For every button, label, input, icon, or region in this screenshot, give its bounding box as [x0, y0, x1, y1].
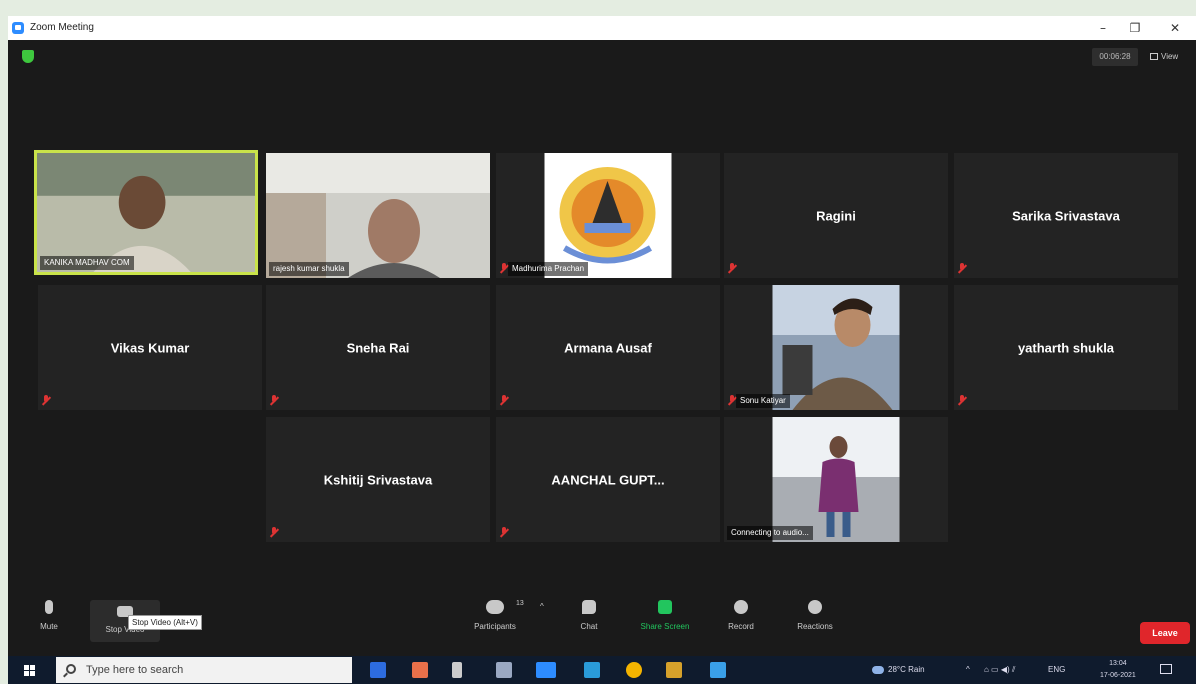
participant-tile-madhurima[interactable]: Madhurima Prachan [496, 153, 720, 278]
profile-photo [772, 285, 900, 410]
language-indicator[interactable]: ENG [1048, 656, 1065, 684]
window-title: Zoom Meeting [30, 22, 94, 33]
participant-label: KANIKA MADHAV COM [40, 256, 134, 270]
video-feed [37, 153, 255, 272]
security-shield-icon[interactable] [22, 50, 34, 63]
weather-text: 28°C Rain [888, 665, 925, 674]
zoom-taskbar-icon[interactable] [536, 662, 556, 678]
participant-tile-rajesh[interactable]: rajesh kumar shukla [266, 153, 490, 278]
microphone-icon [45, 600, 53, 614]
participant-tile-aanchal[interactable]: AANCHAL GUPT... [496, 417, 720, 542]
muted-mic-icon [727, 263, 737, 274]
tray-chevron-icon[interactable]: ^ [966, 656, 970, 684]
chat-button[interactable]: Chat [554, 600, 624, 631]
notification-icon[interactable] [1160, 664, 1172, 674]
participant-tile-sarika[interactable]: Sarika Srivastava [954, 153, 1178, 278]
close-button[interactable]: ✕ [1166, 19, 1184, 37]
participant-label: Madhurima Prachan [508, 262, 589, 276]
participant-tile-kanika[interactable]: KANIKA MADHAV COM [34, 150, 258, 275]
leave-button[interactable]: Leave [1140, 622, 1190, 644]
app-icon[interactable] [452, 662, 462, 678]
view-button[interactable]: View [1150, 48, 1178, 66]
meeting-toolbar: Mute Stop Video Stop Video (Alt+V) Parti… [8, 594, 1196, 656]
reactions-label: Reactions [797, 622, 833, 631]
video-feed [266, 153, 490, 278]
muted-mic-icon [957, 395, 967, 406]
participant-tile-vikas[interactable]: Vikas Kumar [38, 285, 262, 410]
app-icon[interactable] [496, 662, 512, 678]
participant-name: Armana Ausaf [564, 340, 652, 355]
share-screen-label: Share Screen [640, 622, 690, 631]
weather-widget[interactable]: 28°C Rain [872, 656, 925, 684]
taskbar-clock[interactable]: 13:04 17-06-2021 [1100, 658, 1136, 682]
title-bar: Zoom Meeting – ❐ ✕ [8, 16, 1196, 40]
meeting-timer: 00:06:28 [1092, 48, 1138, 66]
chrome-icon[interactable] [626, 662, 642, 678]
search-icon [66, 664, 76, 674]
muted-mic-icon [499, 395, 509, 406]
app-icon[interactable] [666, 662, 682, 678]
grid-view-icon [1150, 53, 1158, 60]
minimize-button[interactable]: – [1094, 19, 1112, 37]
share-screen-icon [658, 600, 672, 614]
task-view-icon[interactable] [370, 662, 386, 678]
record-label: Record [728, 622, 754, 631]
view-label: View [1161, 52, 1179, 61]
clock-date: 17-06-2021 [1100, 672, 1136, 679]
record-button[interactable]: Record [706, 600, 776, 631]
zoom-window: Zoom Meeting – ❐ ✕ 00:06:28 View KANIKA … [8, 16, 1196, 656]
app-icon[interactable] [710, 662, 726, 678]
mute-button[interactable]: Mute [14, 600, 84, 631]
participant-name: yatharth shukla [1017, 340, 1115, 355]
zoom-logo-icon [12, 22, 24, 34]
participants-count: 13 [516, 600, 524, 607]
participant-tile-kshitij[interactable]: Kshitij Srivastava [266, 417, 490, 542]
chat-label: Chat [580, 622, 598, 631]
participant-name: Kshitij Srivastava [323, 472, 433, 487]
participant-name: Ragini [816, 208, 856, 223]
windows-start-icon[interactable] [24, 665, 36, 677]
meeting-area: 00:06:28 View KANIKA MADHAV COM rajesh k… [8, 40, 1196, 656]
stop-video-tooltip: Stop Video (Alt+V) [128, 615, 202, 630]
app-icon[interactable] [584, 662, 600, 678]
university-emblem-image [544, 153, 672, 278]
chat-icon [582, 600, 596, 614]
participant-name: Vikas Kumar [110, 340, 190, 355]
muted-mic-icon [957, 263, 967, 274]
participant-tile-ragini[interactable]: Ragini [724, 153, 948, 278]
muted-mic-icon [41, 395, 51, 406]
participant-name: AANCHAL GUPT... [551, 472, 665, 487]
taskbar-search-box[interactable]: Type here to search [56, 657, 352, 683]
participant-tile-sonu[interactable]: Sonu Katiyar [724, 285, 948, 410]
record-icon [734, 600, 748, 614]
reactions-button[interactable]: Reactions [780, 600, 850, 631]
participant-tile-yatharth[interactable]: yatharth shukla [954, 285, 1178, 410]
participant-label: Connecting to audio... [727, 526, 813, 540]
participant-label: rajesh kumar shukla [269, 262, 349, 276]
muted-mic-icon [499, 527, 509, 538]
participants-label: Participants [474, 622, 516, 631]
restore-button[interactable]: ❐ [1126, 19, 1144, 37]
participant-tile-sneha[interactable]: Sneha Rai [266, 285, 490, 410]
participants-chevron-icon[interactable]: ^ [540, 602, 544, 611]
tray-icons[interactable]: ⌂ ▭ ◀) ⫽ [984, 656, 1015, 684]
reactions-icon [808, 600, 822, 614]
profile-photo [772, 417, 900, 542]
muted-mic-icon [269, 527, 279, 538]
muted-mic-icon [269, 395, 279, 406]
mute-label: Mute [40, 622, 58, 631]
participant-label: Sonu Katiyar [736, 394, 790, 408]
participant-tile-armana[interactable]: Armana Ausaf [496, 285, 720, 410]
participant-name: Sneha Rai [346, 340, 410, 355]
search-placeholder: Type here to search [86, 664, 184, 676]
participant-name: Sarika Srivastava [1012, 208, 1120, 223]
app-icon[interactable] [412, 662, 428, 678]
participant-tile-connecting[interactable]: Connecting to audio... [724, 417, 948, 542]
cloud-rain-icon [872, 665, 884, 674]
clock-time: 13:04 [1109, 660, 1127, 667]
share-screen-button[interactable]: Share Screen [630, 600, 700, 631]
windows-taskbar: Type here to search 28°C Rain ^ ⌂ ▭ ◀) ⫽… [8, 656, 1196, 684]
participants-icon [486, 600, 504, 614]
